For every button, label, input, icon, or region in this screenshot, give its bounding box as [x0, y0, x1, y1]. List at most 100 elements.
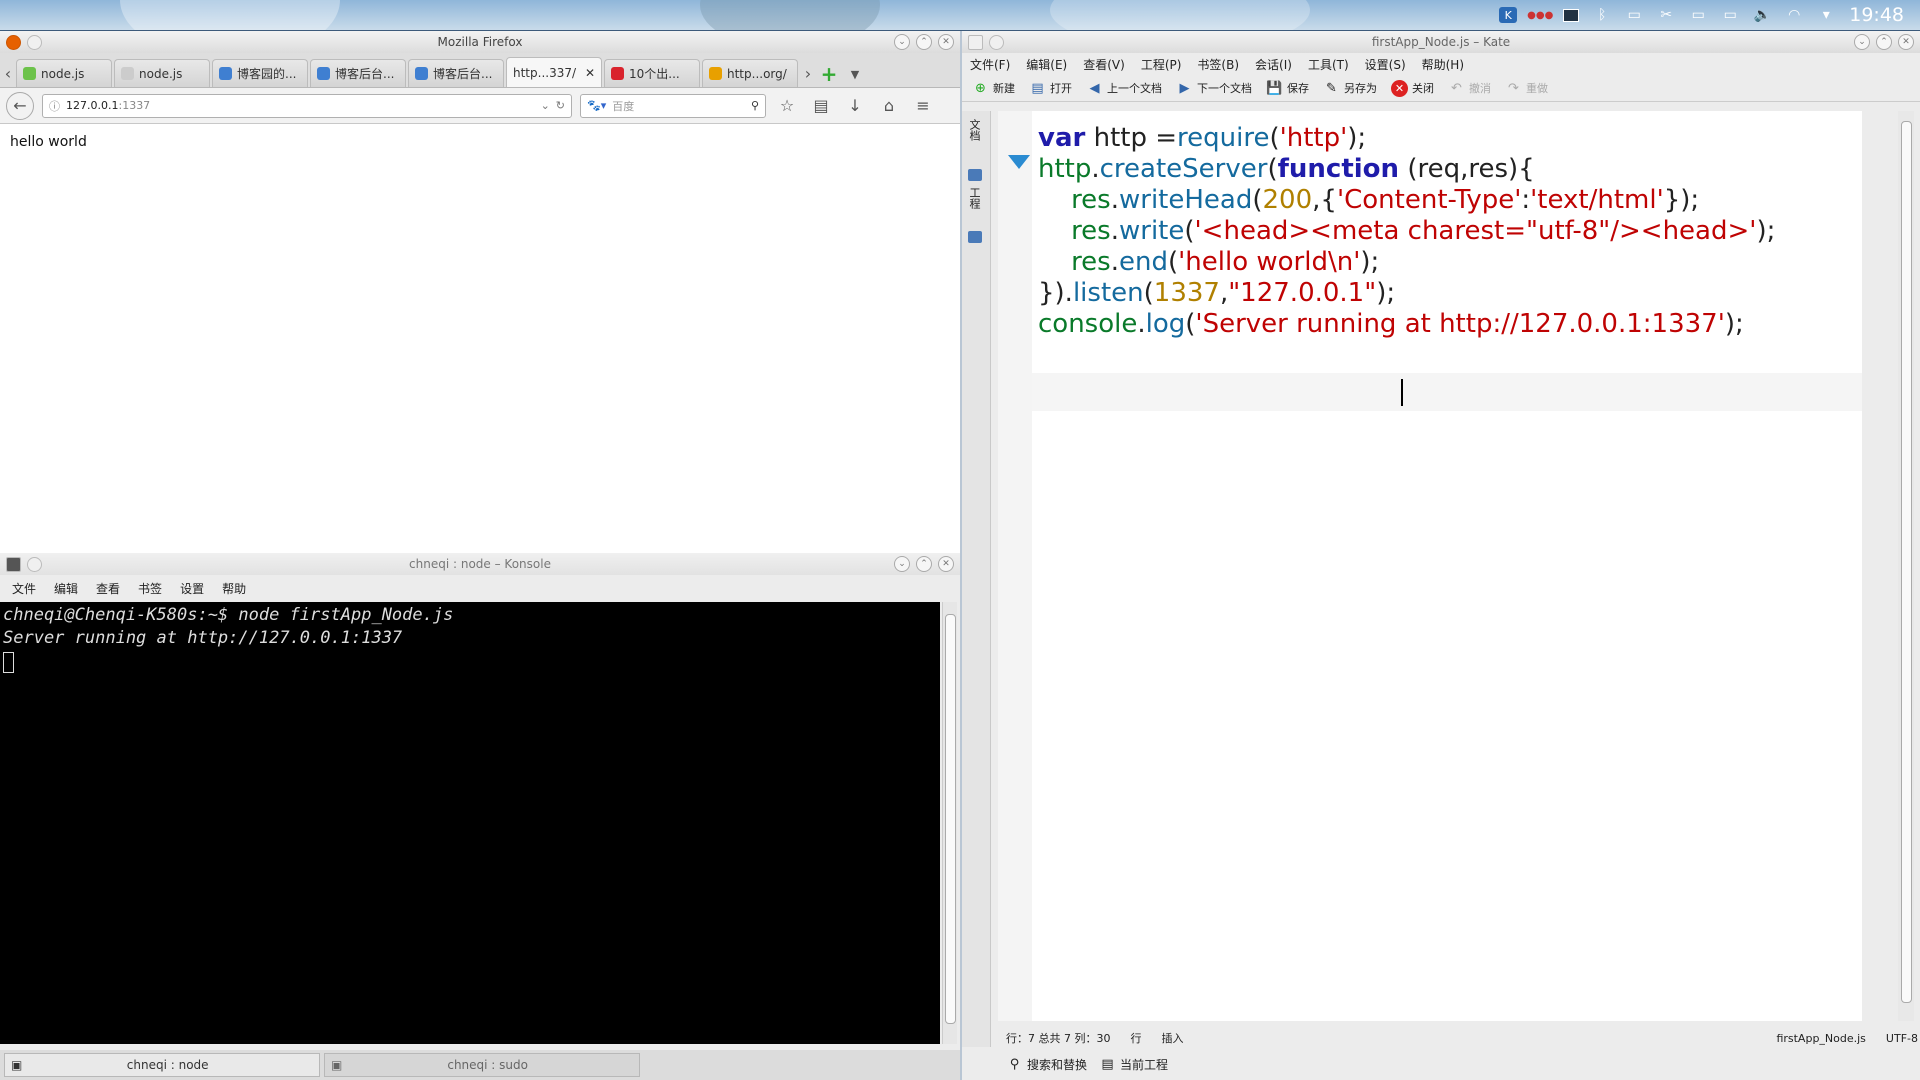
menu-bookmarks[interactable]: 书签: [138, 580, 162, 597]
search-icon[interactable]: ⚲: [751, 99, 759, 112]
menu-file[interactable]: 文件: [12, 580, 36, 597]
maximize-icon[interactable]: ⌃: [916, 34, 932, 50]
menu-settings[interactable]: 设置: [180, 580, 204, 597]
minimize-icon[interactable]: ⌄: [1854, 34, 1870, 50]
code-token: );: [1376, 278, 1396, 308]
display-icon[interactable]: ▭: [1721, 7, 1739, 23]
menu-settings[interactable]: 设置(S): [1365, 56, 1406, 73]
app-dots-icon[interactable]: ●●●: [1527, 7, 1553, 23]
tab-scroll-left-icon[interactable]: ‹: [0, 59, 16, 87]
minimize-icon[interactable]: ⌄: [894, 34, 910, 50]
window-menu-icon[interactable]: [989, 35, 1004, 50]
browser-tab[interactable]: http...337/ ✕: [506, 57, 602, 87]
firefox-titlebar[interactable]: Mozilla Firefox ⌄ ⌃ ✕: [0, 31, 960, 53]
close-icon[interactable]: ✕: [1898, 34, 1914, 50]
battery-icon[interactable]: ▭: [1625, 7, 1643, 23]
browser-tab[interactable]: 博客后台...: [408, 59, 504, 87]
window-menu-icon[interactable]: [27, 557, 42, 572]
konsole-tab-sudo[interactable]: ▣ chneqi : sudo: [324, 1053, 640, 1077]
prev-document-button[interactable]: ◀ 上一个文档: [1086, 80, 1163, 97]
home-icon[interactable]: ⌂: [876, 93, 902, 119]
window-menu-icon[interactable]: [27, 35, 42, 50]
terminal-scrollbar[interactable]: [942, 602, 957, 1044]
editor-scrollbar[interactable]: [1898, 111, 1914, 1021]
fold-arrow-icon[interactable]: [1008, 155, 1030, 169]
next-document-button[interactable]: ▶ 下一个文档: [1176, 80, 1253, 97]
kate-toolbar: ⊕ 新建 ▤ 打开 ◀ 上一个文档 ▶ 下一个文档 💾 保存 ✎ 另存为 ✕ 关闭 ↶ 撤消 ↷…: [962, 75, 1920, 102]
clock[interactable]: 19:48: [1849, 4, 1904, 26]
konsole-tab-node[interactable]: ▣ chneqi : node: [4, 1053, 320, 1077]
url-dropdown-icon[interactable]: ⌄: [541, 99, 550, 112]
terminal-output[interactable]: chneqi@Chenqi-K580s:~$ node firstApp_Nod…: [0, 602, 940, 1044]
fold-gutter[interactable]: [998, 111, 1032, 1021]
kde-icon[interactable]: K: [1499, 7, 1518, 23]
minimize-icon[interactable]: ⌄: [894, 556, 910, 572]
current-project-button[interactable]: ▤ 当前工程: [1099, 1056, 1168, 1073]
menu-help[interactable]: 帮助(H): [1422, 56, 1464, 73]
browser-tab[interactable]: http...org/: [702, 59, 798, 87]
close-document-button[interactable]: ✕ 关闭: [1391, 79, 1434, 97]
network-icon[interactable]: ✂: [1657, 7, 1675, 23]
search-engine-icon[interactable]: 🐾▾: [587, 99, 606, 112]
download-icon[interactable]: ↓: [842, 93, 868, 119]
sidebar-documents-tab[interactable]: 文档: [968, 119, 984, 141]
browser-tab[interactable]: 博客园的...: [212, 59, 308, 87]
browser-tab[interactable]: node.js: [16, 59, 112, 87]
menu-project[interactable]: 工程(P): [1141, 56, 1182, 73]
konsole-titlebar[interactable]: chneqi : node – Konsole ⌄ ⌃ ✕: [0, 553, 960, 575]
redo-button[interactable]: ↷ 重做: [1505, 80, 1548, 97]
browser-tab[interactable]: 博客后台...: [310, 59, 406, 87]
cursor-position[interactable]: 行：7 总共 7 列：30: [1006, 1030, 1110, 1046]
close-icon[interactable]: ✕: [938, 556, 954, 572]
menu-view[interactable]: 查看(V): [1083, 56, 1125, 73]
menu-sessions[interactable]: 会话(I): [1255, 56, 1292, 73]
open-folder-icon: ▤: [1031, 80, 1044, 96]
navigation-toolbar: ← ⓘ 127.0.0.1:1337 ⌄ ↻ 🐾▾ 百度 ⚲ ☆ ▤ ↓ ⌂ ≡: [0, 88, 960, 124]
search-bar[interactable]: 🐾▾ 百度 ⚲: [580, 93, 766, 118]
reload-icon[interactable]: ↻: [556, 99, 565, 112]
keyboard-icon[interactable]: ▭: [1689, 7, 1707, 23]
new-button[interactable]: ⊕ 新建: [972, 80, 1015, 97]
tab-scroll-right-icon[interactable]: ›: [800, 59, 816, 87]
tab-close-icon[interactable]: ✕: [585, 66, 595, 80]
menu-edit[interactable]: 编辑: [54, 580, 78, 597]
scrollbar-thumb[interactable]: [1901, 121, 1912, 1003]
menu-view[interactable]: 查看: [96, 580, 120, 597]
close-icon[interactable]: ✕: [938, 34, 954, 50]
menu-icon[interactable]: ≡: [910, 93, 936, 119]
kate-titlebar[interactable]: firstApp_Node.js – Kate ⌄ ⌃ ✕: [962, 31, 1920, 53]
encoding[interactable]: UTF-8: [1886, 1032, 1918, 1045]
url-bar[interactable]: ⓘ 127.0.0.1:1337 ⌄ ↻: [42, 93, 572, 118]
menu-edit[interactable]: 编辑(E): [1026, 56, 1067, 73]
dropdown-icon[interactable]: ▾: [1817, 7, 1835, 23]
menu-help[interactable]: 帮助: [222, 580, 246, 597]
maximize-icon[interactable]: ⌃: [916, 556, 932, 572]
scrollbar-thumb[interactable]: [945, 614, 956, 1024]
insert-mode[interactable]: 插入: [1161, 1030, 1183, 1046]
menu-bookmarks[interactable]: 书签(B): [1197, 56, 1239, 73]
monitor-icon[interactable]: [1563, 8, 1580, 22]
menu-tools[interactable]: 工具(T): [1308, 56, 1349, 73]
back-icon[interactable]: ←: [6, 91, 34, 120]
search-replace-button[interactable]: ⚲ 搜索和替换: [1006, 1056, 1087, 1073]
browser-tab[interactable]: 10个出...: [604, 59, 700, 87]
tab-list-dropdown-icon[interactable]: ▼: [842, 61, 868, 87]
bluetooth-icon[interactable]: ᛒ: [1593, 7, 1611, 23]
menu-file[interactable]: 文件(F): [970, 56, 1010, 73]
new-tab-icon[interactable]: +: [816, 61, 842, 87]
code-editor[interactable]: var http =require('http'); http.createSer…: [1032, 111, 1862, 1021]
bookmarks-list-icon[interactable]: ▤: [808, 93, 834, 119]
browser-tab[interactable]: node.js: [114, 59, 210, 87]
line-mode[interactable]: 行: [1130, 1030, 1141, 1046]
volume-icon[interactable]: 🔈: [1753, 7, 1771, 23]
code-token: ,: [1219, 278, 1229, 308]
undo-button[interactable]: ↶ 撤消: [1448, 80, 1491, 97]
bookmark-star-icon[interactable]: ☆: [774, 93, 800, 119]
save-as-button[interactable]: ✎ 另存为: [1323, 80, 1377, 97]
wifi-icon[interactable]: ◠: [1785, 7, 1803, 23]
maximize-icon[interactable]: ⌃: [1876, 34, 1892, 50]
site-info-icon[interactable]: ⓘ: [49, 98, 60, 114]
sidebar-project-tab[interactable]: 工程: [968, 187, 984, 209]
save-button[interactable]: 💾 保存: [1266, 80, 1309, 97]
open-button[interactable]: ▤ 打开: [1029, 80, 1072, 97]
